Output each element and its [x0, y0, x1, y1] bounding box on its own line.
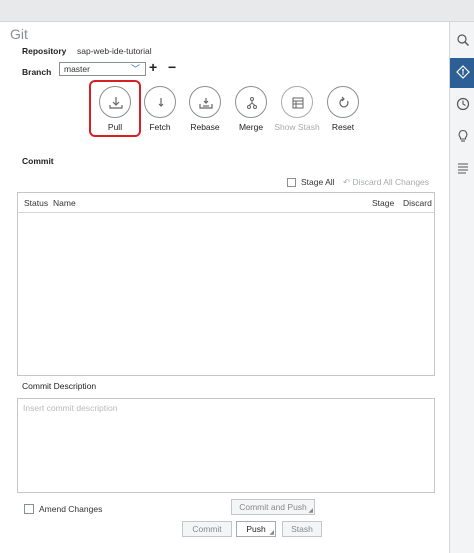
remove-branch-button[interactable]: − — [168, 59, 176, 75]
commit-section-title: Commit — [22, 156, 54, 166]
pull-highlight-box — [89, 80, 141, 137]
search-icon — [457, 34, 469, 46]
stage-all-toggle[interactable]: Stage All — [287, 177, 335, 187]
column-discard[interactable]: Discard — [403, 198, 432, 208]
sidebar-git[interactable] — [450, 58, 474, 88]
stash-icon — [292, 97, 304, 109]
git-pane: Git Repository sap-web-ide-tutorial Bran… — [0, 22, 449, 553]
dropdown-corner-icon: ◢ — [308, 508, 313, 514]
commit-and-push-button[interactable]: Commit and Push ◢ — [231, 499, 315, 515]
table-header: Status Name Stage Discard — [18, 193, 434, 213]
changes-table: Status Name Stage Discard — [17, 192, 435, 376]
stash-label: Stash — [291, 524, 313, 534]
reset-button[interactable]: Reset — [320, 86, 366, 132]
commit-description-field[interactable]: Insert commit description — [17, 398, 435, 493]
lightbulb-icon — [458, 129, 468, 142]
amend-changes-toggle[interactable]: Amend Changes — [24, 504, 102, 514]
outline-icon — [458, 163, 468, 174]
commit-and-push-label: Commit and Push — [239, 502, 307, 512]
stage-all-label: Stage All — [301, 177, 335, 187]
fetch-label: Fetch — [149, 122, 171, 132]
column-name[interactable]: Name — [53, 198, 76, 208]
commit-description-title: Commit Description — [22, 381, 97, 391]
commit-label: Commit — [192, 524, 222, 534]
rebase-icon — [199, 98, 213, 109]
pane-title: Git — [10, 26, 28, 42]
sidebar-tips[interactable] — [450, 122, 474, 152]
sidebar-search[interactable] — [450, 26, 474, 56]
right-sidebar — [449, 22, 474, 553]
discard-all-label: Discard All Changes — [352, 177, 430, 187]
add-branch-button[interactable]: + — [149, 59, 157, 75]
history-icon — [456, 97, 470, 111]
branch-label: Branch — [22, 67, 52, 77]
branch-select[interactable]: master ﹀ — [59, 62, 146, 76]
sidebar-history[interactable] — [450, 90, 474, 120]
push-button[interactable]: Push ◢ — [236, 521, 276, 537]
reset-icon — [339, 96, 349, 108]
amend-checkbox[interactable] — [24, 504, 34, 514]
merge-icon — [247, 97, 257, 109]
column-stage[interactable]: Stage — [372, 198, 394, 208]
discard-all-button[interactable]: ↶ Discard All Changes — [343, 177, 429, 188]
chevron-down-icon: ﹀ — [130, 64, 140, 74]
repository-label: Repository — [22, 46, 67, 56]
dropdown-corner-icon: ◢ — [269, 530, 274, 536]
amend-label: Amend Changes — [39, 504, 103, 514]
merge-button[interactable]: Merge — [228, 86, 274, 132]
git-icon — [456, 65, 470, 79]
branch-value: master — [64, 64, 90, 74]
sidebar-outline[interactable] — [450, 154, 474, 184]
show-stash-label: Show Stash — [274, 122, 320, 132]
push-label: Push — [246, 524, 266, 534]
repository-name: sap-web-ide-tutorial — [77, 46, 152, 56]
stage-all-checkbox[interactable] — [287, 177, 296, 187]
stash-button[interactable]: Stash — [282, 521, 322, 537]
column-status[interactable]: Status — [24, 198, 48, 208]
merge-label: Merge — [238, 122, 264, 132]
top-bar — [0, 0, 474, 22]
reset-label: Reset — [331, 122, 355, 132]
fetch-icon — [158, 98, 164, 107]
rebase-label: Rebase — [190, 122, 220, 132]
commit-button[interactable]: Commit — [182, 521, 232, 537]
fetch-button[interactable]: Fetch — [137, 86, 183, 132]
rebase-button[interactable]: Rebase — [182, 86, 228, 132]
show-stash-button[interactable]: Show Stash — [274, 86, 320, 132]
